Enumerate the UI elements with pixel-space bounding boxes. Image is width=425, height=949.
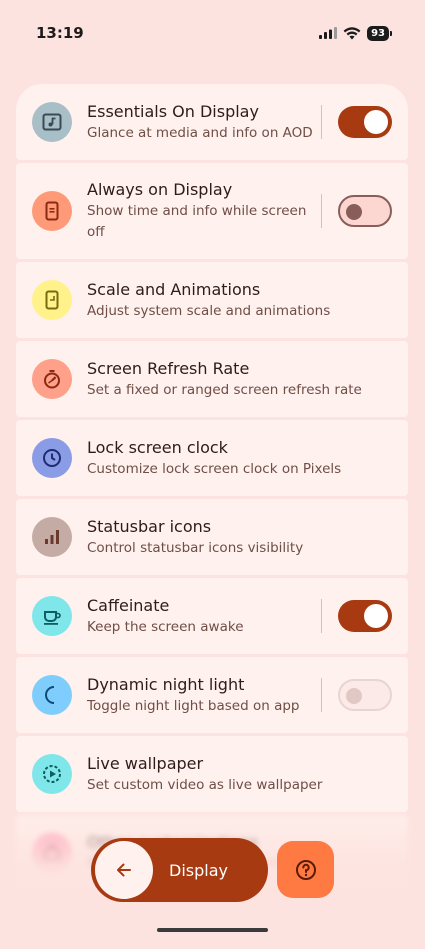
- setting-subtitle: Show time and info while screen off: [87, 203, 307, 240]
- setting-text: Always on Display Show time and info whi…: [87, 179, 313, 243]
- setting-text: Live wallpaper Set custom video as live …: [87, 753, 392, 796]
- setting-text: Statusbar icons Control statusbar icons …: [87, 516, 392, 559]
- toggle-knob: [346, 204, 362, 220]
- toggle-knob: [346, 688, 362, 704]
- page-title: Display: [169, 860, 228, 880]
- setting-subtitle: Glance at media and info on AOD: [87, 124, 313, 141]
- setting-item-live-wallpaper[interactable]: Live wallpaper Set custom video as live …: [16, 736, 408, 812]
- setting-text: Screen Refresh Rate Set a fixed or range…: [87, 358, 392, 401]
- always-on-display-toggle[interactable]: [338, 195, 392, 227]
- caffeinate-toggle[interactable]: [338, 600, 392, 632]
- setting-item-essentials-on-display[interactable]: Essentials On Display Glance at media an…: [16, 84, 408, 160]
- setting-title: Scale and Animations: [87, 279, 261, 299]
- setting-item-caffeinate[interactable]: Caffeinate Keep the screen awake: [16, 578, 408, 654]
- divider: [321, 194, 322, 228]
- dynamic-night-light-toggle[interactable]: [338, 679, 392, 711]
- settings-list: Essentials On Display Glance at media an…: [16, 84, 408, 891]
- setting-subtitle: Set custom video as live wallpaper: [87, 776, 323, 793]
- phone-scale-icon: [32, 280, 72, 320]
- setting-subtitle: Set a fixed or ranged screen refresh rat…: [87, 381, 362, 398]
- setting-subtitle: Control statusbar icons visibility: [87, 539, 304, 556]
- setting-text: Essentials On Display Glance at media an…: [87, 101, 313, 144]
- moon-icon: [32, 675, 72, 715]
- setting-text: Dynamic night light Toggle night light b…: [87, 674, 313, 717]
- battery-indicator: 93: [367, 25, 392, 41]
- timer-icon: [32, 359, 72, 399]
- setting-text: Lock screen clock Customize lock screen …: [87, 437, 392, 480]
- setting-title: Dynamic night light: [87, 674, 245, 694]
- cellular-signal-icon: [319, 27, 338, 39]
- divider: [321, 105, 322, 139]
- setting-item-scale-and-animations[interactable]: Scale and Animations Adjust system scale…: [16, 262, 408, 338]
- divider: [321, 599, 322, 633]
- setting-title: Lock screen clock: [87, 437, 228, 457]
- help-icon: [295, 859, 316, 880]
- arrow-left-icon: [117, 863, 131, 877]
- clock-icon: [32, 438, 72, 478]
- setting-item-always-on-display[interactable]: Always on Display Show time and info whi…: [16, 163, 408, 259]
- status-bar: 13:19 93: [0, 0, 425, 68]
- signal-bars-icon: [32, 517, 72, 557]
- setting-title: Caffeinate: [87, 595, 170, 615]
- setting-item-statusbar-icons[interactable]: Statusbar icons Control statusbar icons …: [16, 499, 408, 575]
- setting-title: Screen Refresh Rate: [87, 358, 250, 378]
- setting-subtitle: Keep the screen awake: [87, 618, 244, 635]
- phone-display-icon: [32, 191, 72, 231]
- setting-text: Caffeinate Keep the screen awake: [87, 595, 313, 638]
- status-time: 13:19: [36, 24, 84, 42]
- setting-text: Scale and Animations Adjust system scale…: [87, 279, 392, 322]
- setting-title: Essentials On Display: [87, 101, 259, 121]
- setting-subtitle: Toggle night light based on app: [87, 697, 300, 714]
- home-indicator[interactable]: [157, 928, 268, 932]
- wifi-icon: [343, 26, 361, 39]
- home-icon: [32, 833, 72, 873]
- help-button[interactable]: [277, 841, 334, 898]
- divider: [321, 678, 322, 712]
- setting-title: Live wallpaper: [87, 753, 204, 773]
- play-circle-icon: [32, 754, 72, 794]
- coffee-cup-icon: [32, 596, 72, 636]
- setting-title: Always on Display: [87, 180, 233, 199]
- back-button[interactable]: [95, 841, 153, 899]
- status-icons: 93: [319, 25, 392, 41]
- setting-title: Statusbar icons: [87, 516, 212, 536]
- setting-subtitle: Adjust system scale and animations: [87, 302, 331, 319]
- setting-item-screen-refresh-rate[interactable]: Screen Refresh Rate Set a fixed or range…: [16, 341, 408, 417]
- music-display-icon: [32, 102, 72, 142]
- bottom-nav-bar: Display: [91, 838, 268, 902]
- toggle-knob: [364, 604, 388, 628]
- essentials-on-display-toggle[interactable]: [338, 106, 392, 138]
- setting-subtitle: Customize lock screen clock on Pixels: [87, 460, 342, 477]
- setting-item-dynamic-night-light[interactable]: Dynamic night light Toggle night light b…: [16, 657, 408, 733]
- setting-item-lock-screen-clock[interactable]: Lock screen clock Customize lock screen …: [16, 420, 408, 496]
- toggle-knob: [364, 110, 388, 134]
